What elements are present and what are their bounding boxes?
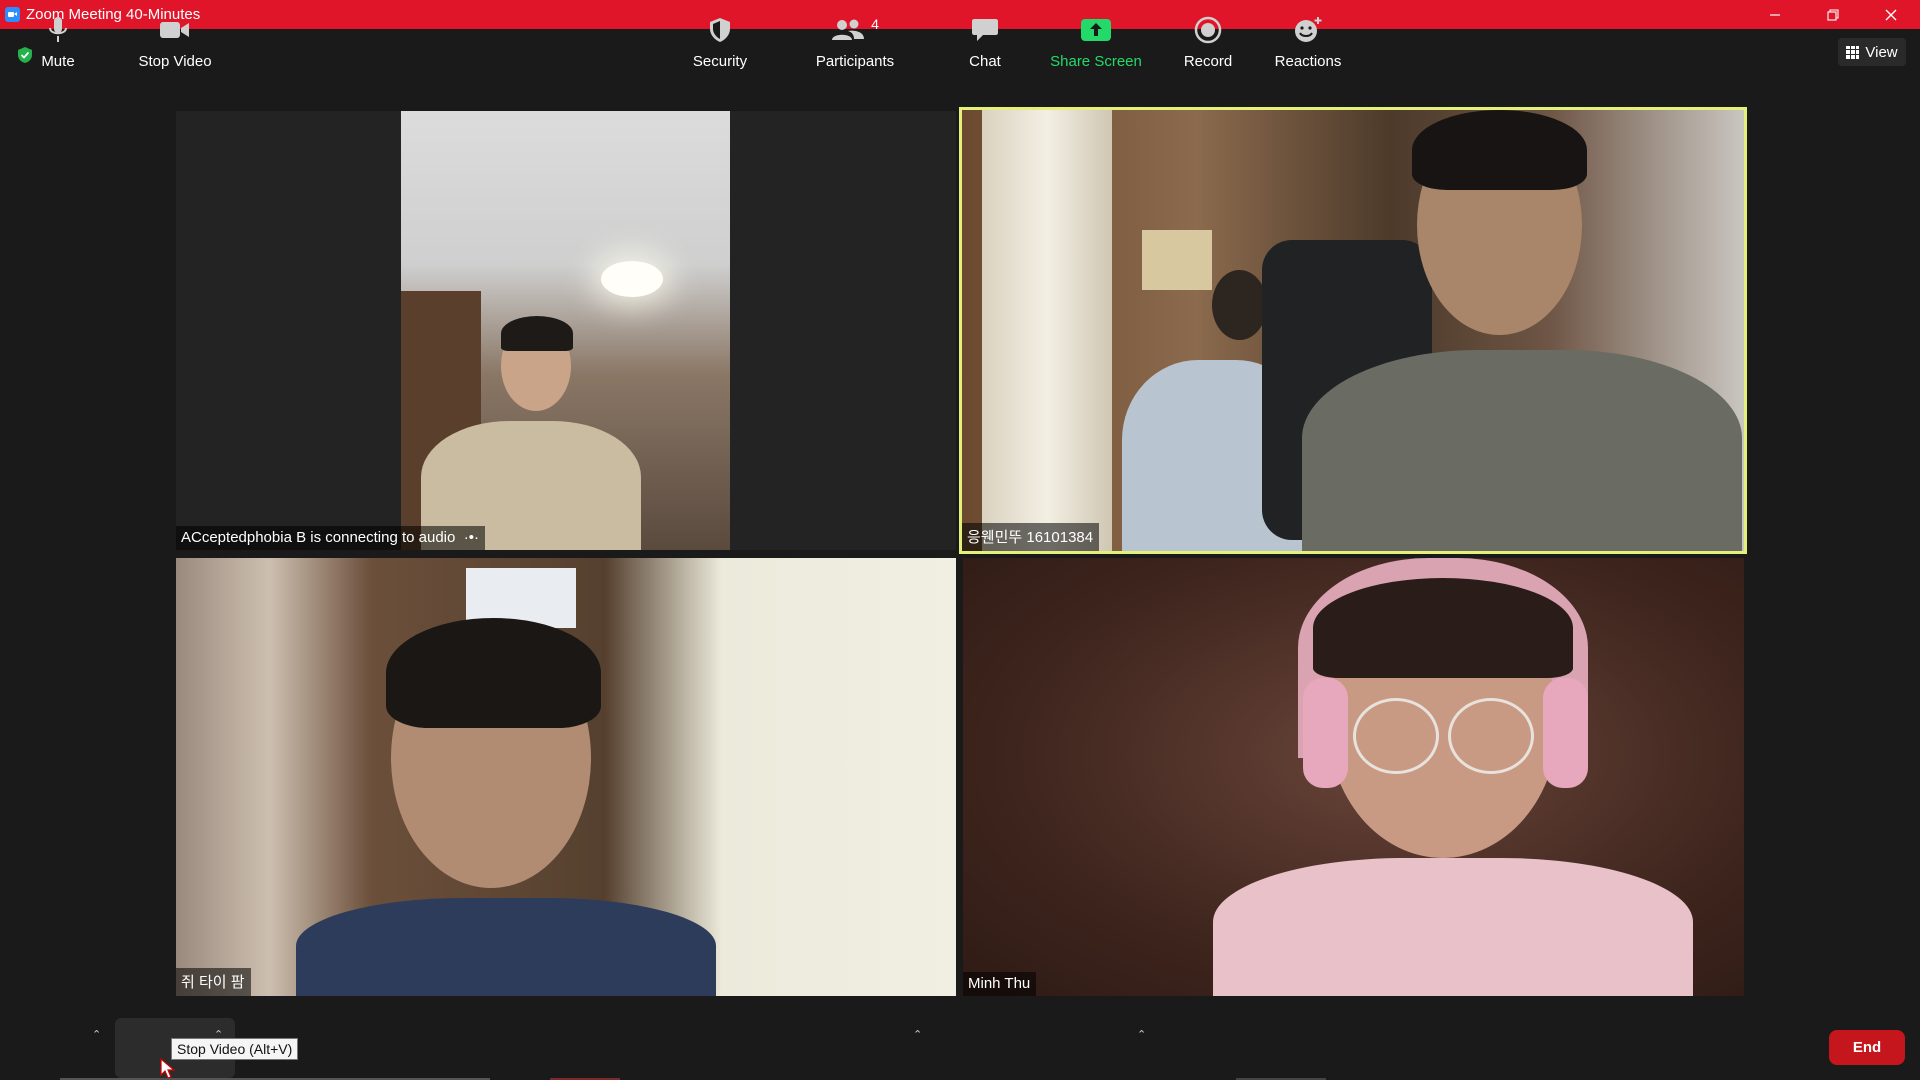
mute-label: Mute [41, 53, 75, 70]
participants-icon [832, 19, 865, 40]
record-icon [1194, 16, 1222, 44]
record-label: Record [1183, 53, 1233, 70]
audio-options-caret[interactable]: ⌃ [92, 1028, 101, 1041]
end-meeting-button[interactable]: End [1829, 1030, 1905, 1065]
participant-name: Minh Thu [968, 975, 1031, 992]
video-tile-active-speaker[interactable]: 응웬민뚜 16101384 [959, 107, 1747, 554]
reactions-button[interactable]: Reactions [1268, 0, 1348, 72]
participants-count: 4 [871, 16, 879, 32]
emoji-reaction-icon [1295, 17, 1322, 42]
participant-video [401, 111, 730, 550]
chat-bubble-icon [972, 19, 998, 41]
minimize-icon [1770, 13, 1780, 16]
stop-video-tooltip: Stop Video (Alt+V) [171, 1038, 299, 1060]
video-tile[interactable]: 쥐 타이 팜 [176, 558, 956, 996]
connecting-dots-icon: ·•· [459, 529, 479, 546]
close-icon [1885, 9, 1897, 20]
security-label: Security [692, 53, 748, 70]
share-options-caret[interactable]: ⌃ [1137, 1028, 1146, 1041]
view-button[interactable]: View [1838, 38, 1906, 66]
close-button[interactable] [1862, 0, 1920, 29]
mouse-cursor-icon [160, 1058, 176, 1079]
share-screen-button[interactable]: Share Screen [1046, 0, 1146, 72]
chat-button[interactable]: Chat [955, 0, 1015, 72]
participant-name: 응웬민뚜 16101384 [967, 529, 1094, 546]
chat-label: Chat [969, 53, 1001, 70]
shield-icon [710, 18, 730, 42]
video-camera-icon [160, 22, 189, 38]
grid-view-icon [1846, 45, 1860, 59]
participant-name-tag: 응웬민뚜 16101384 [962, 523, 1100, 551]
share-screen-arrow-icon [1081, 19, 1111, 41]
participant-name: 쥐 타이 팜 [181, 974, 245, 991]
record-button[interactable]: Record [1178, 0, 1238, 72]
participants-label: Participants [815, 53, 895, 70]
restore-icon [1827, 8, 1839, 21]
participant-video [176, 558, 956, 996]
participant-video [963, 558, 1744, 996]
minimize-button[interactable] [1746, 0, 1804, 29]
share-screen-label: Share Screen [1050, 53, 1142, 70]
mute-button[interactable]: Mute [28, 0, 88, 72]
view-label: View [1865, 43, 1898, 61]
participant-name-tag: 쥐 타이 팜 [176, 968, 251, 996]
participants-button[interactable]: 4 Participants [805, 0, 905, 72]
stop-video-label: Stop Video [138, 53, 212, 70]
window-controls [1746, 0, 1920, 29]
microphone-icon [49, 17, 67, 42]
participants-options-caret[interactable]: ⌃ [913, 1028, 922, 1041]
reactions-label: Reactions [1274, 53, 1342, 70]
stop-video-button[interactable]: Stop Video [130, 0, 220, 72]
participant-name: ACceptedphobia B is connecting to audio [181, 529, 456, 546]
restore-button[interactable] [1804, 0, 1862, 29]
participant-video [962, 110, 1744, 551]
video-tile[interactable]: ACceptedphobia B is connecting to audio … [176, 111, 956, 550]
video-tile[interactable]: Minh Thu [963, 558, 1744, 996]
participant-name-tag: ACceptedphobia B is connecting to audio … [176, 526, 485, 550]
participant-name-tag: Minh Thu [963, 972, 1037, 996]
security-button[interactable]: Security [680, 0, 760, 72]
zoom-app-icon [5, 7, 20, 22]
